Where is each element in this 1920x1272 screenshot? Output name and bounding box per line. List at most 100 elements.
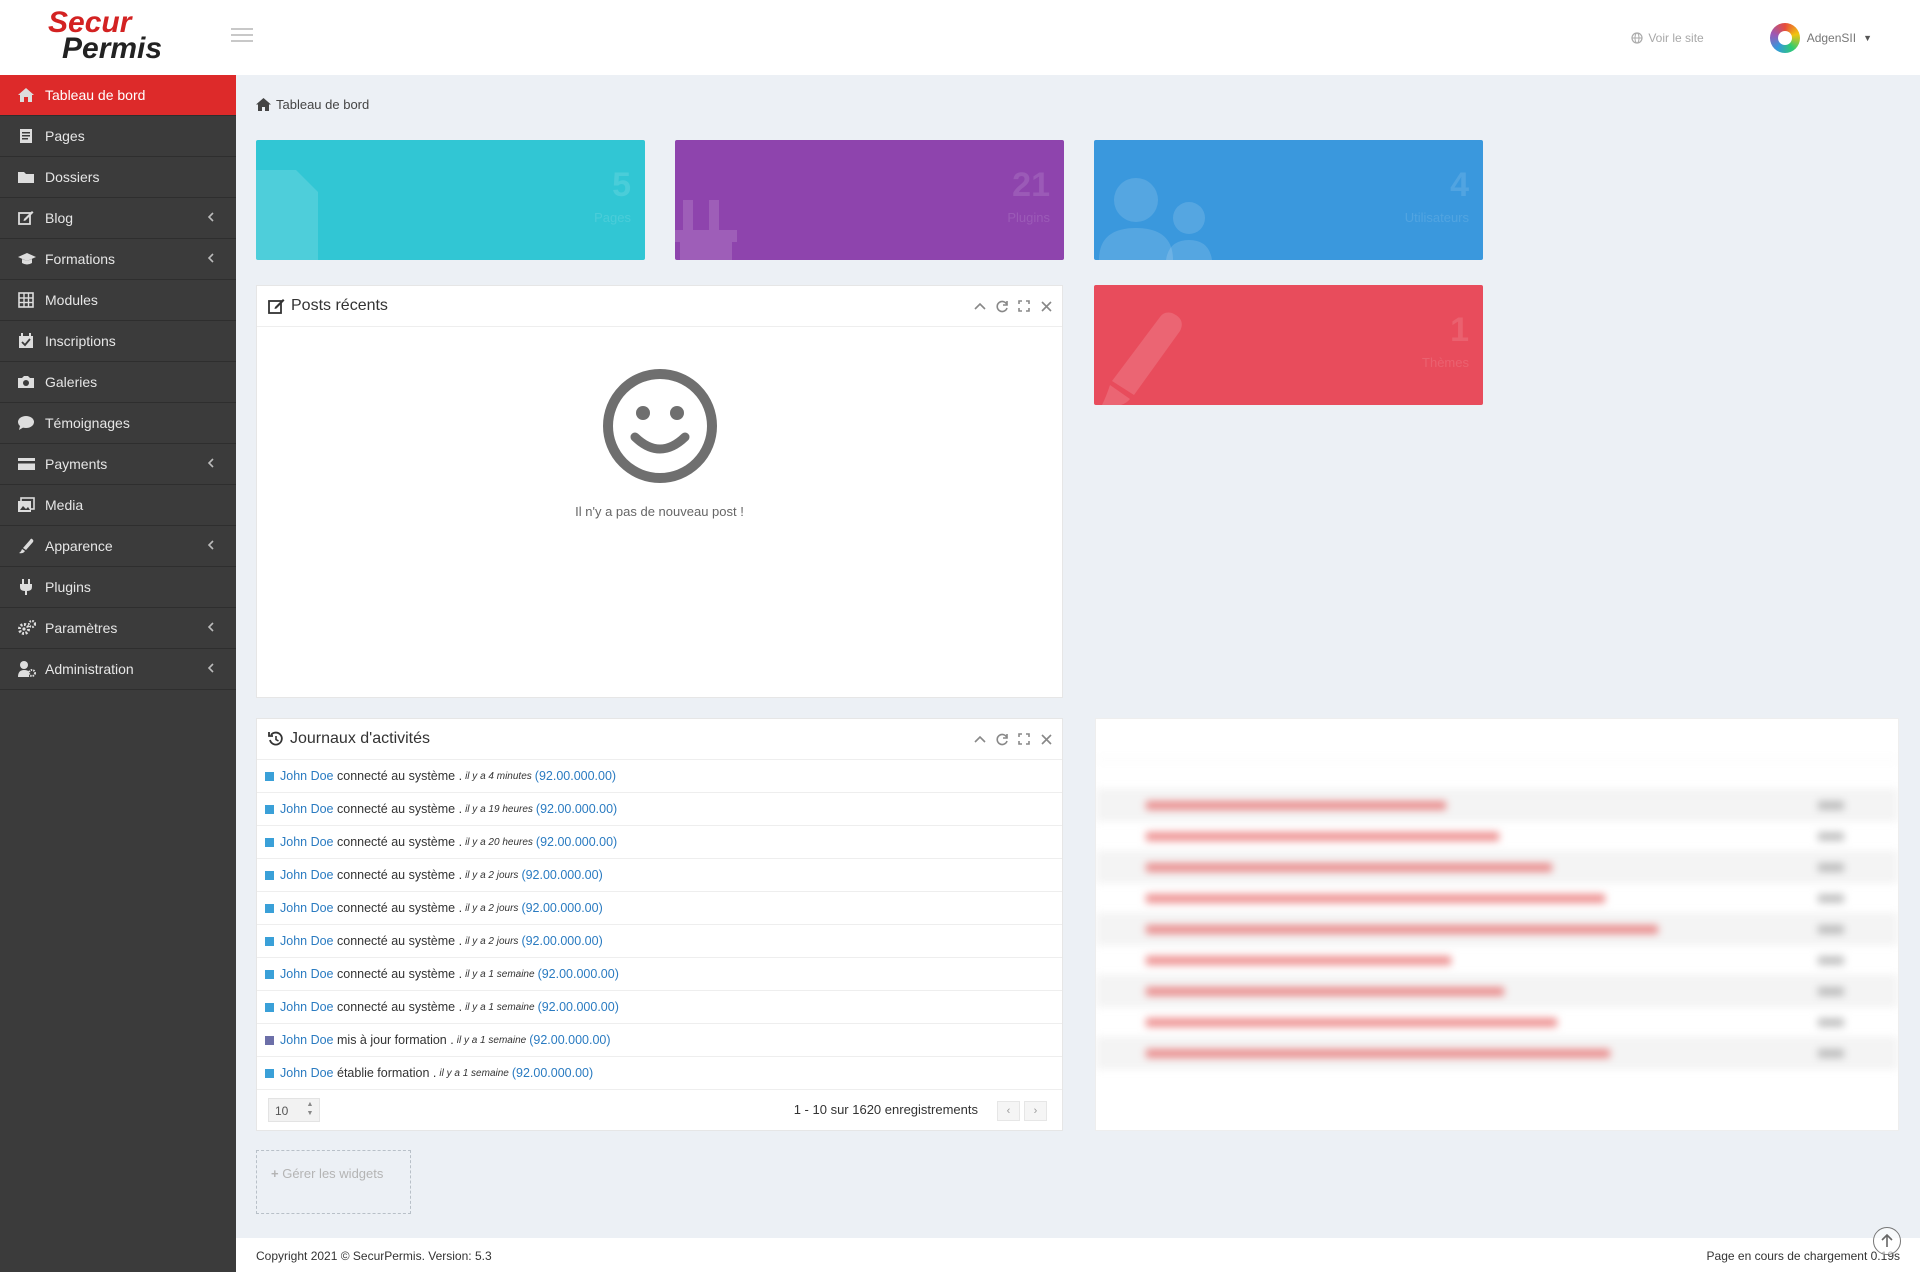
- manage-widgets-button[interactable]: + Gérer les widgets: [256, 1150, 411, 1214]
- ip-link[interactable]: (92.00.000.00): [521, 901, 602, 915]
- user-link[interactable]: John Doe: [280, 934, 334, 948]
- sidebar-item-label: Galeries: [45, 374, 98, 390]
- user-link[interactable]: John Doe: [280, 868, 334, 882]
- sidebar-item-dossiers[interactable]: Dossiers: [0, 157, 236, 198]
- ip-link[interactable]: (92.00.000.00): [538, 967, 619, 981]
- ip-link[interactable]: (92.00.000.00): [535, 769, 616, 783]
- user-link[interactable]: John Doe: [280, 967, 334, 981]
- username: AdgenSII: [1806, 30, 1857, 45]
- expand-icon[interactable]: [1016, 298, 1032, 314]
- globe-icon: [1631, 31, 1643, 44]
- sidebar-item-inscriptions[interactable]: Inscriptions: [0, 321, 236, 362]
- recent-posts-widget: Posts récents Il n'y a pas de nouveau po…: [256, 285, 1063, 698]
- breadcrumb: Tableau de bord: [256, 97, 369, 112]
- sidebar-item-payments[interactable]: Payments: [0, 444, 236, 485]
- sidebar-item-plugins[interactable]: Plugins: [0, 567, 236, 608]
- expand-icon[interactable]: [1016, 731, 1032, 747]
- stat-card-pages[interactable]: 5 Pages: [256, 140, 645, 260]
- visit-site-link[interactable]: Voir le site: [1631, 31, 1704, 45]
- sidebar-item-label: Tableau de bord: [45, 87, 146, 103]
- blurred-row: [1096, 790, 1898, 821]
- sidebar-item-label: Paramètres: [45, 620, 118, 636]
- ip-link[interactable]: (92.00.000.00): [529, 1033, 610, 1047]
- comment-icon: [18, 415, 36, 431]
- sidebar: Tableau de bord Pages Dossiers Blog Formatio…: [0, 75, 236, 1272]
- sidebar-item-tableau-de-bord[interactable]: Tableau de bord: [0, 75, 236, 116]
- load-time: Page en cours de chargement 0.19s: [1706, 1249, 1900, 1263]
- stat-card-plugins[interactable]: 21 Plugins: [675, 140, 1064, 260]
- stat-card-users[interactable]: 4 Utilisateurs: [1094, 140, 1483, 260]
- status-square: [265, 903, 274, 913]
- action-text: connecté au système: [337, 901, 456, 915]
- sidebar-item-parametres[interactable]: Paramètres: [0, 608, 236, 649]
- stat-label: Thèmes: [1422, 355, 1469, 370]
- close-icon[interactable]: [1038, 298, 1054, 314]
- sidebar-item-label: Modules: [45, 292, 98, 308]
- list-item: John Doe connecté au système . il y a 2 j…: [257, 892, 1062, 925]
- calendar-check-icon: [18, 333, 36, 349]
- user-link[interactable]: John Doe: [280, 1000, 334, 1014]
- refresh-icon[interactable]: [994, 298, 1010, 314]
- prev-page-button[interactable]: ‹: [997, 1101, 1020, 1121]
- status-square: [265, 936, 274, 946]
- sidebar-item-galeries[interactable]: Galeries: [0, 362, 236, 403]
- user-link[interactable]: John Doe: [280, 1066, 334, 1080]
- copyright: Copyright 2021 © SecurPermis. Version: 5…: [256, 1249, 492, 1263]
- svg-text:Permis: Permis: [62, 32, 162, 64]
- user-link[interactable]: John Doe: [280, 802, 334, 816]
- status-square: [265, 771, 274, 781]
- sidebar-item-media[interactable]: Media: [0, 485, 236, 526]
- chevron-down-icon: ▼: [1863, 32, 1872, 43]
- user-menu[interactable]: AdgenSII ▼: [1769, 22, 1872, 53]
- user-link[interactable]: John Doe: [280, 901, 334, 915]
- sidebar-item-modules[interactable]: Modules: [0, 280, 236, 321]
- chevron-up-icon[interactable]: [972, 731, 988, 747]
- sidebar-item-administration[interactable]: Administration: [0, 649, 236, 690]
- sidebar-item-blog[interactable]: Blog: [0, 198, 236, 239]
- sidebar-item-temoignages[interactable]: Témoignages: [0, 403, 236, 444]
- stepper-arrows[interactable]: ▲ ▼: [303, 1100, 317, 1120]
- menu-toggle-icon[interactable]: [231, 28, 253, 44]
- chevron-up-icon[interactable]: [972, 298, 988, 314]
- status-square: [265, 1035, 274, 1045]
- ip-link[interactable]: (92.00.000.00): [521, 934, 602, 948]
- action-text: établie formation: [337, 1066, 430, 1080]
- time-text: il y a 2 jours: [465, 902, 519, 914]
- history-icon: [268, 731, 283, 746]
- time-text: il y a 19 heures: [465, 803, 533, 815]
- next-page-button[interactable]: ›: [1024, 1101, 1047, 1121]
- time-text: il y a 1 semaine: [465, 968, 535, 980]
- stat-card-themes[interactable]: 1 Thèmes: [1094, 285, 1483, 405]
- camera-icon: [18, 374, 36, 390]
- widget-header: Journaux d'activités: [257, 719, 1062, 760]
- logo[interactable]: Secur Permis: [0, 0, 236, 75]
- ip-link[interactable]: (92.00.000.00): [521, 868, 602, 882]
- avatar: [1769, 22, 1800, 53]
- per-page-stepper[interactable]: 10 ▲ ▼: [268, 1098, 320, 1122]
- breadcrumb-current[interactable]: Tableau de bord: [276, 97, 369, 112]
- user-link[interactable]: John Doe: [280, 1033, 334, 1047]
- ip-link[interactable]: (92.00.000.00): [538, 1000, 619, 1014]
- sidebar-item-formations[interactable]: Formations: [0, 239, 236, 280]
- sidebar-item-apparence[interactable]: Apparence: [0, 526, 236, 567]
- ip-link[interactable]: (92.00.000.00): [512, 1066, 593, 1080]
- users-icon: [1099, 178, 1212, 260]
- per-page-value: 10: [275, 1104, 289, 1118]
- sidebar-item-label: Media: [45, 497, 84, 513]
- list-item: John Doe établie formation . il y a 1 sem…: [257, 1057, 1062, 1090]
- sidebar-item-pages[interactable]: Pages: [0, 116, 236, 157]
- user-link[interactable]: John Doe: [280, 835, 334, 849]
- user-link[interactable]: John Doe: [280, 769, 334, 783]
- home-icon: [18, 87, 36, 103]
- refresh-icon[interactable]: [994, 731, 1010, 747]
- ip-link[interactable]: (92.00.000.00): [536, 802, 617, 816]
- credit-card-icon: [18, 456, 36, 472]
- scroll-top-button[interactable]: [1873, 1227, 1901, 1255]
- edit-icon: [268, 299, 285, 314]
- close-icon[interactable]: [1038, 731, 1054, 747]
- action-text: connecté au système: [337, 769, 456, 783]
- action-text: connecté au système: [337, 835, 456, 849]
- plug-icon: [18, 579, 36, 595]
- ip-link[interactable]: (92.00.000.00): [536, 835, 617, 849]
- smile-icon: [602, 369, 717, 483]
